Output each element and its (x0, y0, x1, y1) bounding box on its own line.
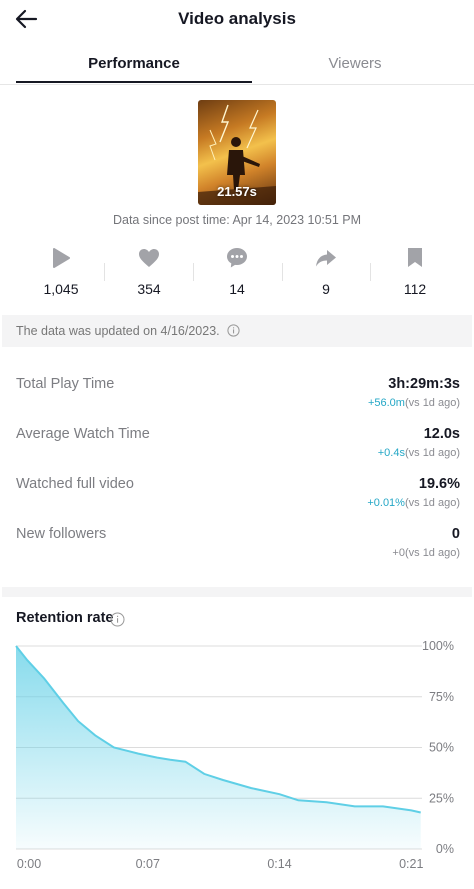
y-axis-ticks: 100% 75% 50% 25% 0% (422, 639, 454, 856)
metric-change: +56.0m (367, 397, 405, 409)
retention-title: Retention rate (16, 610, 114, 626)
play-icon (53, 248, 70, 268)
stat-plays: 1,045 (17, 246, 105, 297)
metric-total-play-time: Total Play Time 3h:29m:3s +56.0m(vs 1d a… (16, 376, 460, 416)
data-updated-notice: The data was updated on 4/16/2023. (2, 315, 472, 347)
stat-likes: 354 (105, 246, 193, 297)
stat-value: 14 (229, 281, 245, 297)
section-divider (2, 587, 472, 597)
tab-performance[interactable]: Performance (16, 44, 252, 84)
video-duration: 21.57s (217, 184, 257, 199)
y-tick-label: 100% (422, 639, 454, 653)
heart-icon (139, 249, 159, 267)
info-icon[interactable] (227, 324, 240, 337)
y-tick-label: 0% (436, 842, 454, 856)
metric-new-followers: New followers 0 +0(vs 1d ago) (16, 526, 460, 566)
stat-value: 1,045 (43, 281, 79, 297)
x-tick-label: 0:00 (17, 857, 41, 871)
metric-value: 0 (451, 526, 460, 542)
data-since-text: Data since post time: Apr 14, 2023 10:51… (112, 213, 362, 227)
metric-change: +0.01% (367, 497, 405, 509)
metric-average-watch-time: Average Watch Time 12.0s +0.4s(vs 1d ago… (16, 426, 460, 466)
metric-change: +0.4s (377, 447, 405, 459)
header: Video analysis (0, 0, 474, 40)
bookmark-icon (408, 248, 422, 267)
stat-value: 9 (322, 281, 330, 297)
info-icon[interactable] (110, 612, 125, 627)
x-axis-ticks: 0:00 0:07 0:14 0:21 (17, 857, 424, 871)
metric-value: 12.0s (423, 426, 460, 442)
page-title: Video analysis (178, 9, 296, 28)
metric-compare: (vs 1d ago) (404, 447, 460, 459)
retention-chart: 100% 75% 50% 25% 0% 0:00 0:07 0:14 0:21 (15, 639, 454, 871)
metric-delta: +0.01%(vs 1d ago) (367, 497, 460, 509)
metric-change: +0 (392, 547, 405, 559)
y-tick-label: 75% (429, 690, 454, 704)
metric-compare: (vs 1d ago) (404, 547, 460, 559)
metric-delta: +0(vs 1d ago) (392, 547, 460, 559)
metric-delta: +56.0m(vs 1d ago) (368, 397, 460, 409)
stat-saves: 112 (371, 246, 459, 297)
stat-value: 112 (403, 281, 427, 297)
share-icon (316, 250, 336, 267)
tab-bar: Performance Viewers (0, 44, 474, 85)
stat-comments: 14 (193, 246, 281, 297)
tab-viewers[interactable]: Viewers (252, 44, 458, 84)
x-tick-label: 0:21 (399, 857, 423, 871)
y-tick-label: 25% (429, 791, 454, 805)
active-tab-indicator (16, 81, 252, 83)
video-thumbnail[interactable]: 21.57s (198, 100, 276, 205)
metric-label: Average Watch Time (16, 426, 150, 442)
metric-value: 3h:29m:3s (388, 376, 460, 392)
metric-watched-full-video: Watched full video 19.6% +0.01%(vs 1d ag… (16, 476, 460, 516)
x-tick-label: 0:14 (267, 857, 291, 871)
y-tick-label: 50% (429, 741, 454, 755)
metric-label: New followers (16, 526, 107, 542)
stat-shares: 9 (282, 246, 370, 297)
notice-text: The data was updated on 4/16/2023. (16, 324, 220, 338)
stat-value: 354 (137, 281, 161, 297)
metric-delta: +0.4s(vs 1d ago) (378, 447, 460, 459)
x-tick-label: 0:07 (136, 857, 160, 871)
metric-compare: (vs 1d ago) (404, 497, 460, 509)
metric-label: Watched full video (16, 476, 134, 492)
metric-compare: (vs 1d ago) (404, 397, 460, 409)
metric-label: Total Play Time (16, 376, 115, 392)
metric-value: 19.6% (418, 476, 460, 492)
comment-icon (227, 248, 247, 268)
